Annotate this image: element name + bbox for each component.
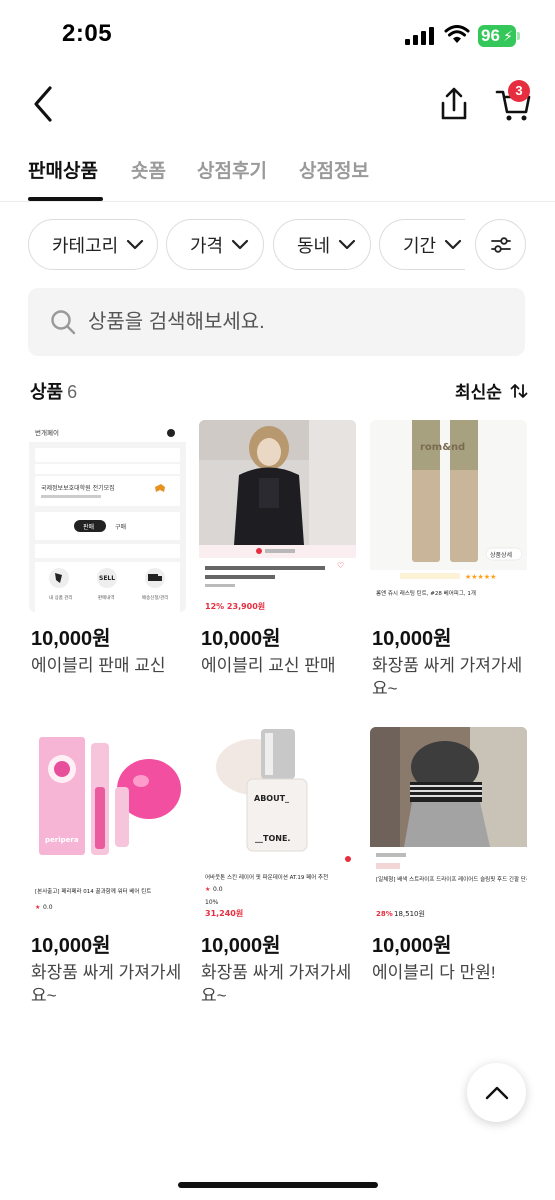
thumb5-desc: 어바웃톤 스킨 레이어 핏 파운데이션 AT.19 페어 추천 xyxy=(205,873,328,881)
thumb5-price: 31,240원 xyxy=(205,908,243,918)
tab-shop-info[interactable]: 상점정보 xyxy=(299,156,369,183)
product-name: 에이블리 판매 교신 xyxy=(31,656,166,675)
scroll-to-top-button[interactable] xyxy=(467,1063,526,1122)
share-icon[interactable] xyxy=(436,84,472,124)
product-name: 에이블리 다 만원! xyxy=(372,963,496,982)
app-screenshot-image: 번개페이 국제정보보호대학원 전기모집 판매 구매 SELL 내 상품 관리 판… xyxy=(29,420,186,612)
foundation-bottle-photo: ABOUT_ __TONE. 어바웃톤 스킨 레이어 핏 파운데이션 AT.19… xyxy=(199,727,356,919)
striped-top-photo: [일체형] 배색 스트라이프 드라이프 레이어드 슬림핏 후드 긴팔 단추 이중… xyxy=(370,727,527,919)
star-rating-icon: ★★★★★ xyxy=(465,573,496,581)
product-thumbnail: ABOUT_ __TONE. 어바웃톤 스킨 레이어 핏 파운데이션 AT.19… xyxy=(199,727,356,919)
product-price: 10,000원 xyxy=(201,628,281,650)
status-bar: 2:05 96 ⚡ xyxy=(0,0,555,70)
thumb4-brand: peripera xyxy=(45,836,79,844)
battery-icon: 96 ⚡ xyxy=(478,25,516,47)
chevron-down-icon xyxy=(232,239,249,249)
product-thumbnail: rom&nd 상품상세 ★★★★★ 롬앤 쥬시 래스팅 틴트, #28 베어피그… xyxy=(370,420,527,612)
chevron-up-icon xyxy=(485,1086,508,1099)
thumb6-sale: 28% xyxy=(376,910,393,918)
battery-nub xyxy=(517,32,520,40)
cellular-signal-icon xyxy=(405,27,434,45)
section-title: 상품 6 xyxy=(30,378,77,404)
product-search-bar[interactable] xyxy=(28,288,525,356)
sort-arrows-icon xyxy=(510,383,528,398)
filter-neighborhood-chip[interactable]: 동네 xyxy=(273,219,371,270)
status-time: 2:05 xyxy=(62,20,113,47)
filter-price-label: 가격 xyxy=(190,235,224,256)
filter-category-chip[interactable]: 카테고리 xyxy=(28,219,158,270)
battery-level: 96 xyxy=(481,26,500,45)
thumb5-label-bottom: __TONE. xyxy=(255,834,290,843)
thumb6-desc: [일체형] 배색 스트라이프 드라이프 레이어드 슬림핏 후드 긴팔 단추 이중… xyxy=(376,875,527,883)
thumb3-detail-label: 상품상세 xyxy=(490,551,512,559)
thumb1-menu1: 내 상품 관리 xyxy=(49,594,73,601)
product-price: 10,000원 xyxy=(372,628,452,650)
thumb1-sell-tab: 판매 xyxy=(83,523,94,531)
product-price: 10,000원 xyxy=(372,935,452,957)
sort-button[interactable]: 최신순 xyxy=(455,378,528,403)
sliders-icon xyxy=(490,236,511,253)
product-price: 10,000원 xyxy=(201,935,281,957)
search-input[interactable] xyxy=(88,306,488,338)
header xyxy=(0,70,555,140)
thumb1-menu3: 배송신청/관리 xyxy=(142,594,168,601)
product-thumbnail: 번개페이 국제정보보호대학원 전기모집 판매 구매 SELL 내 상품 관리 판… xyxy=(29,420,186,612)
thumb1-buy-tab: 구매 xyxy=(115,523,126,531)
filter-price-chip[interactable]: 가격 xyxy=(166,219,264,270)
back-arrow-icon[interactable] xyxy=(26,84,62,124)
filter-bar: 카테고리 가격 동네 기간 xyxy=(0,219,555,271)
pink-tint-photo: peripera [본사출고] 페리페라 014 꿀과함께 워터 베어 틴트 ★… xyxy=(29,727,186,919)
wifi-icon xyxy=(444,25,470,43)
hooded-jacket-photo: ♡ 12% 23,900원 xyxy=(199,420,356,612)
thumb1-sell-icon-text: SELL xyxy=(99,575,115,582)
thumb5-sale: 10% xyxy=(205,899,219,906)
filter-category-label: 카테고리 xyxy=(52,235,119,256)
product-price: 10,000원 xyxy=(31,935,111,957)
product-count: 6 xyxy=(67,382,78,402)
product-thumbnail: [일체형] 배색 스트라이프 드라이프 레이어드 슬림핏 후드 긴팔 단추 이중… xyxy=(370,727,527,919)
tab-bar: 판매상품 숏폼 상점후기 상점정보 xyxy=(0,150,555,202)
chevron-down-icon xyxy=(127,239,144,249)
tab-selling-products[interactable]: 판매상품 xyxy=(28,156,98,183)
home-indicator xyxy=(178,1182,378,1188)
thumb4-rating: 0.0 xyxy=(43,904,53,911)
product-price: 10,000원 xyxy=(31,628,111,650)
thumb4-desc: [본사출고] 페리페라 014 꿀과함께 워터 베어 틴트 xyxy=(35,887,151,895)
thumb1-banner-title: 국제정보보호대학원 전기모집 xyxy=(41,484,115,492)
tab-shortform[interactable]: 숏폼 xyxy=(131,156,166,183)
filter-period-label: 기간 xyxy=(403,235,437,256)
thumb5-rating: 0.0 xyxy=(213,886,223,893)
thumb6-price: 18,510원 xyxy=(394,909,425,918)
product-name: 에이블리 교신 판매 xyxy=(201,656,336,675)
product-thumbnail: peripera [본사출고] 페리페라 014 꿀과함께 워터 베어 틴트 ★… xyxy=(29,727,186,919)
product-name: 화장품 싸게 가져가세요~ xyxy=(31,963,182,1005)
active-tab-indicator xyxy=(28,197,103,201)
cart-count-badge: 3 xyxy=(508,80,530,102)
tab-shop-reviews[interactable]: 상점후기 xyxy=(197,156,267,183)
charging-bolt-icon: ⚡ xyxy=(503,28,513,44)
thumb5-label-top: ABOUT_ xyxy=(254,794,289,803)
sort-label: 최신순 xyxy=(455,383,502,402)
heart-icon: ♡ xyxy=(337,561,344,570)
thumb2-price-line: 12% 23,900원 xyxy=(205,601,265,611)
star-icon: ★ xyxy=(205,886,210,893)
product-name: 화장품 싸게 가져가세요~ xyxy=(372,656,523,698)
filter-period-chip[interactable]: 기간 xyxy=(379,219,465,270)
product-name: 화장품 싸게 가져가세요~ xyxy=(201,963,352,1005)
thumb1-header-text: 번개페이 xyxy=(35,428,59,437)
product-thumbnail: ♡ 12% 23,900원 xyxy=(199,420,356,612)
section-title-label: 상품 xyxy=(30,382,64,402)
star-icon: ★ xyxy=(35,904,40,911)
lip-tint-photo: rom&nd 상품상세 ★★★★★ 롬앤 쥬시 래스팅 틴트, #28 베어피그… xyxy=(370,420,527,612)
thumb3-brand: rom&nd xyxy=(420,442,465,453)
thumb3-desc: 롬앤 쥬시 래스팅 틴트, #28 베어피그, 1개 xyxy=(376,589,476,597)
chevron-down-icon xyxy=(445,239,462,249)
filter-settings-button[interactable] xyxy=(475,219,526,270)
chevron-down-icon xyxy=(339,239,356,249)
filter-neighborhood-label: 동네 xyxy=(297,235,331,256)
search-icon xyxy=(51,310,76,335)
thumb1-menu2: 판매내역 xyxy=(98,594,115,601)
